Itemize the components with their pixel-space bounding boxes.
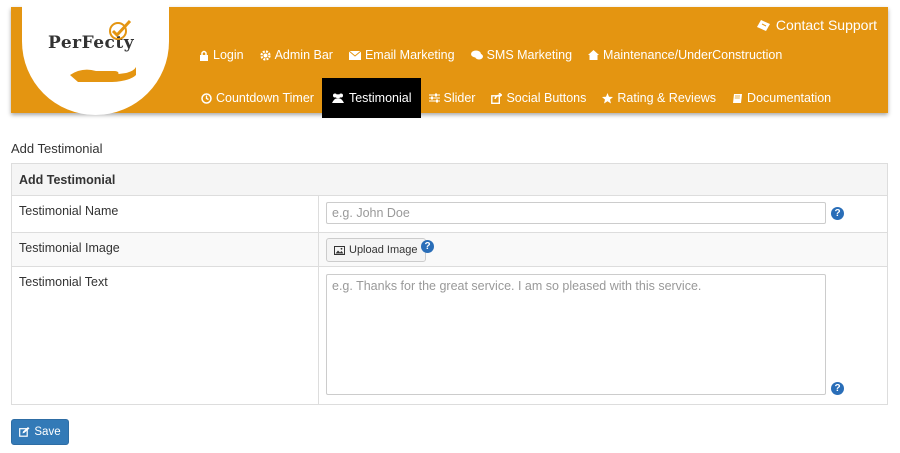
nav-row-secondary: Countdown Timer Testimonial Slider Socia… bbox=[193, 78, 839, 118]
nav-item-sms-marketing[interactable]: SMS Marketing bbox=[463, 38, 580, 72]
nav-item-slider[interactable]: Slider bbox=[421, 78, 484, 118]
help-icon[interactable]: ? bbox=[831, 207, 844, 220]
field-label: Testimonial Text bbox=[12, 267, 319, 404]
nav-label: Slider bbox=[443, 91, 476, 105]
help-icon[interactable]: ? bbox=[421, 240, 434, 253]
envelope-icon bbox=[348, 50, 361, 60]
nav-row-primary: Login Admin Bar Email Marketing SMS Mark… bbox=[199, 38, 790, 72]
nav-label: Login bbox=[213, 48, 244, 62]
chat-bubbles-icon bbox=[470, 50, 483, 60]
form-row-image: Testimonial Image Upload Image ? bbox=[12, 232, 887, 266]
contact-support-label: Contact Support bbox=[775, 17, 877, 33]
panel-heading: Add Testimonial bbox=[12, 164, 887, 195]
nav-item-admin-bar[interactable]: Admin Bar bbox=[252, 38, 341, 72]
nav-item-testimonial[interactable]: Testimonial bbox=[321, 78, 421, 118]
star-icon bbox=[602, 92, 614, 103]
nav-item-email-marketing[interactable]: Email Marketing bbox=[341, 38, 463, 72]
gear-icon bbox=[259, 49, 271, 61]
nav-item-login[interactable]: Login bbox=[199, 38, 252, 72]
nav-label: Testimonial bbox=[348, 91, 412, 105]
nav-label: Admin Bar bbox=[274, 48, 333, 62]
field-cell: ? bbox=[319, 267, 887, 404]
book-icon bbox=[733, 93, 743, 103]
users-icon bbox=[331, 93, 344, 103]
page-title: Add Testimonial bbox=[11, 141, 103, 156]
nav-item-countdown-timer[interactable]: Countdown Timer bbox=[193, 78, 322, 118]
nav-label: Maintenance/UnderConstruction bbox=[603, 48, 783, 62]
share-icon bbox=[491, 92, 503, 104]
upload-image-label: Upload Image bbox=[349, 244, 418, 256]
nav-item-maintenance[interactable]: Maintenance/UnderConstruction bbox=[580, 38, 790, 72]
clock-icon bbox=[201, 92, 212, 104]
nav-label: Social Buttons bbox=[506, 91, 587, 105]
nav-item-rating-reviews[interactable]: Rating & Reviews bbox=[594, 78, 724, 118]
form-row-text: Testimonial Text ? bbox=[12, 266, 887, 404]
testimonial-text-textarea[interactable] bbox=[326, 274, 826, 395]
field-cell: ? bbox=[319, 196, 887, 232]
edit-icon bbox=[19, 427, 30, 437]
hand-icon bbox=[70, 67, 136, 82]
testimonial-form-panel: Add Testimonial Testimonial Name ? Testi… bbox=[11, 163, 888, 405]
panel-title: Add Testimonial bbox=[19, 172, 116, 187]
logo[interactable]: PerFecty bbox=[22, 0, 169, 115]
upload-image-button[interactable]: Upload Image bbox=[326, 238, 426, 262]
top-header: PerFecty Contact Support Login Admin Bar… bbox=[11, 0, 888, 118]
field-cell: Upload Image ? bbox=[319, 233, 887, 266]
testimonial-name-input[interactable] bbox=[326, 202, 826, 224]
home-icon bbox=[588, 50, 600, 60]
form-row-name: Testimonial Name ? bbox=[12, 195, 887, 232]
nav-label: Email Marketing bbox=[364, 48, 455, 62]
nav-label: Documentation bbox=[747, 91, 832, 105]
help-icon[interactable]: ? bbox=[831, 382, 844, 395]
sliders-icon bbox=[428, 93, 440, 103]
contact-support-link[interactable]: Contact Support bbox=[756, 17, 877, 33]
nav-item-social-buttons[interactable]: Social Buttons bbox=[483, 78, 594, 118]
field-label: Testimonial Image bbox=[12, 233, 319, 266]
ticket-icon bbox=[756, 19, 770, 31]
save-button[interactable]: Save bbox=[11, 419, 69, 445]
nav-label: Rating & Reviews bbox=[617, 91, 717, 105]
nav-label: Countdown Timer bbox=[216, 91, 314, 105]
checkmark-icon bbox=[109, 19, 132, 40]
lock-icon bbox=[200, 50, 208, 61]
nav-label: SMS Marketing bbox=[486, 48, 573, 62]
nav-item-documentation[interactable]: Documentation bbox=[724, 78, 839, 118]
save-label: Save bbox=[34, 426, 61, 438]
image-icon bbox=[334, 245, 345, 255]
field-label: Testimonial Name bbox=[12, 196, 319, 232]
